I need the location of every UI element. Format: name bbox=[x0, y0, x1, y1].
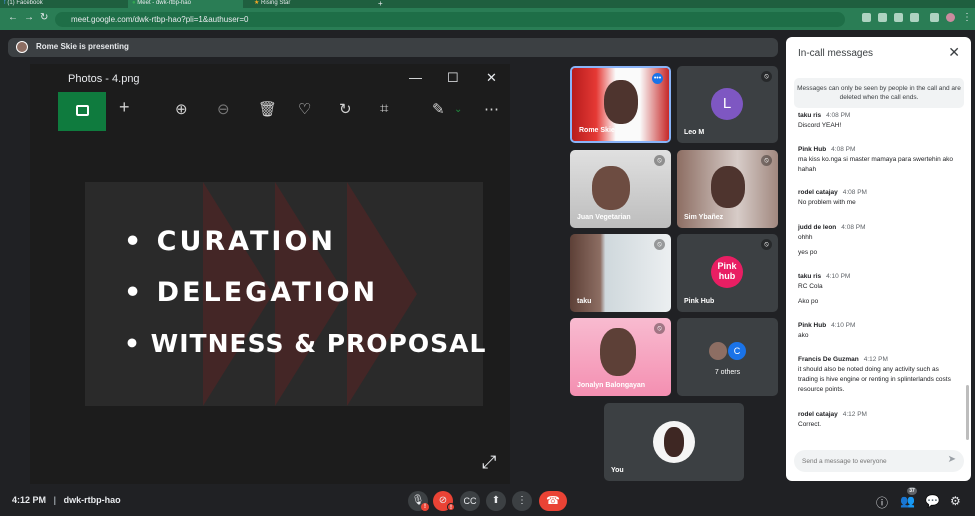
new-tab-button[interactable]: + bbox=[374, 0, 386, 8]
forward-icon[interactable]: → bbox=[24, 12, 34, 23]
url-field[interactable]: meet.google.com/dwk-rtbp-hao?pli=1&authu… bbox=[55, 12, 845, 27]
end-call-button[interactable]: ☎ bbox=[539, 491, 567, 511]
participant-face bbox=[604, 80, 638, 124]
slide-line: • DELEGATION bbox=[124, 277, 379, 308]
mic-off-icon: ⦸ bbox=[761, 71, 772, 82]
chat-message: taku ris 4:08 PM Discord YEAH! bbox=[798, 112, 851, 129]
mic-off-icon: ⦸ bbox=[654, 239, 665, 250]
back-icon[interactable]: ← bbox=[8, 12, 18, 23]
hang-up-icon: ☎ bbox=[546, 495, 560, 507]
avatar: L bbox=[711, 88, 743, 120]
participant-tile[interactable]: ⦸ Jonalyn Balongayan bbox=[570, 318, 671, 396]
more-options-icon[interactable]: ⋯ bbox=[484, 100, 499, 118]
presenting-banner: Rome Skie is presenting bbox=[8, 38, 778, 57]
close-window-icon[interactable]: ✕ bbox=[486, 70, 497, 86]
more-vert-icon: ⋮ bbox=[517, 495, 527, 506]
delete-icon[interactable]: 🗑 bbox=[258, 100, 277, 118]
divider: | bbox=[53, 495, 57, 505]
others-tile[interactable]: C 7 others bbox=[677, 318, 778, 396]
presenter-avatar bbox=[16, 41, 28, 53]
edit-icon[interactable]: ✎ bbox=[432, 100, 445, 118]
present-button[interactable]: ⬆ bbox=[486, 491, 506, 511]
share-extension-icon[interactable] bbox=[894, 13, 903, 22]
chat-message: rodel catajay 4:12 PM Correct. bbox=[798, 411, 867, 428]
participant-tile[interactable]: ⦸ Sim Ybañez bbox=[677, 150, 778, 228]
avatar bbox=[653, 421, 695, 463]
rotate-icon[interactable]: ↻ bbox=[339, 100, 352, 118]
camera-off-icon: ⊘ bbox=[438, 495, 448, 506]
star-icon: ★ bbox=[254, 0, 262, 6]
send-icon[interactable]: ➤ bbox=[948, 454, 956, 465]
gallery-button[interactable] bbox=[58, 92, 106, 131]
chat-scrollbar[interactable] bbox=[966, 385, 969, 440]
crop-icon[interactable]: ⌗ bbox=[380, 100, 388, 117]
activities-icon[interactable]: ⚙ bbox=[950, 494, 961, 508]
mic-off-icon: ⦸ bbox=[761, 155, 772, 166]
reload-icon[interactable]: ↻ bbox=[40, 12, 48, 23]
participant-count-badge: 37 bbox=[907, 487, 917, 495]
chat-panel: In-call messages ✕ Messages can only be … bbox=[786, 37, 971, 481]
chat-composer[interactable]: ➤ bbox=[794, 450, 964, 472]
meeting-info: 4:12 PM | dwk-rtbp-hao bbox=[12, 495, 121, 505]
chat-message: rodel catajay 4:08 PM No problem with me bbox=[798, 189, 867, 206]
mic-off-icon: ⦸ bbox=[654, 323, 665, 334]
chat-icon[interactable]: 💬 bbox=[925, 494, 940, 508]
meeting-details-icon[interactable]: ⓘ bbox=[876, 494, 888, 511]
chat-message: judd de leon 4:08 PM ohhh yes po bbox=[798, 224, 866, 256]
slide-line: • WITNESS & PROPOSAL bbox=[124, 329, 487, 358]
tab-rising-star[interactable]: ★ Rising Star bbox=[250, 0, 370, 8]
tab-meet[interactable]: ● Meet - dwk-rtbp-hao bbox=[128, 0, 243, 8]
profile-avatar[interactable] bbox=[946, 13, 955, 22]
chat-input[interactable] bbox=[802, 455, 932, 467]
extensions-puzzle-icon[interactable] bbox=[930, 13, 939, 22]
participant-face bbox=[600, 328, 636, 376]
participant-face bbox=[664, 427, 684, 457]
fullscreen-icon[interactable]: ⤢ bbox=[482, 452, 496, 473]
mic-off-icon: ⦸ bbox=[761, 239, 772, 250]
participant-face bbox=[711, 166, 745, 208]
warning-badge: ! bbox=[421, 503, 429, 511]
tab-facebook[interactable]: f (1) Facebook bbox=[0, 0, 125, 8]
avatar bbox=[709, 342, 727, 360]
participant-tile[interactable]: ⦸ Juan Vegetarian bbox=[570, 150, 671, 228]
zoom-in-icon[interactable]: ⊕ bbox=[175, 100, 188, 118]
mic-off-icon: ⦸ bbox=[654, 155, 665, 166]
photos-window-title: Photos - 4.png bbox=[68, 73, 140, 85]
participant-face bbox=[592, 166, 630, 210]
star-bookmark-icon[interactable] bbox=[910, 13, 919, 22]
minimize-icon[interactable]: — bbox=[409, 70, 422, 85]
participant-tile[interactable]: L ⦸ Leo M bbox=[677, 66, 778, 143]
speaking-indicator-icon: ••• bbox=[652, 73, 663, 84]
avatar: C bbox=[728, 342, 746, 360]
camera-extension-icon[interactable] bbox=[862, 13, 871, 22]
captions-button[interactable]: CC bbox=[460, 491, 480, 511]
chevron-down-icon[interactable]: ⌄ bbox=[454, 104, 462, 115]
chat-notice: Messages can only be seen by people in t… bbox=[794, 78, 964, 108]
chat-message: Pink Hub 4:08 PM ma kiss ko.nga si master… bbox=[798, 146, 953, 173]
participant-tile[interactable]: ••• Rome Skie bbox=[570, 66, 671, 143]
participant-tile[interactable]: Pink hub ⦸ Pink Hub bbox=[677, 234, 778, 312]
warning-badge: ! bbox=[447, 503, 455, 511]
close-icon[interactable]: ✕ bbox=[948, 44, 960, 61]
maximize-icon[interactable]: ☐ bbox=[447, 70, 459, 86]
people-icon[interactable]: 👥 bbox=[900, 494, 915, 508]
participant-tile[interactable]: ⦸ taku bbox=[570, 234, 671, 312]
browser-tab-bar: f (1) Facebook ● Meet - dwk-rtbp-hao ★ R… bbox=[0, 0, 975, 8]
chat-title: In-call messages bbox=[798, 48, 874, 59]
chat-message: taku ris 4:10 PM RC Cola Ako po bbox=[798, 273, 851, 305]
self-tile[interactable]: You bbox=[604, 403, 744, 481]
chat-message: Pink Hub 4:10 PM ako bbox=[798, 322, 856, 339]
captions-icon: CC bbox=[463, 496, 477, 506]
favorite-heart-icon[interactable]: ♡ bbox=[298, 100, 311, 118]
more-options-button[interactable]: ⋮ bbox=[512, 491, 532, 511]
pinkhub-logo: Pink hub bbox=[711, 256, 743, 288]
present-screen-icon: ⬆ bbox=[491, 495, 501, 506]
slide-line: • CURATION bbox=[124, 226, 336, 257]
mute-extension-icon[interactable] bbox=[878, 13, 887, 22]
chat-message: Francis De Guzman 4:12 PM it should also … bbox=[798, 356, 951, 393]
zoom-out-icon[interactable]: ⊖ bbox=[217, 100, 230, 118]
add-icon[interactable]: + bbox=[119, 97, 130, 118]
image-icon bbox=[76, 105, 89, 116]
browser-menu-icon[interactable]: ⋮ bbox=[962, 12, 972, 23]
